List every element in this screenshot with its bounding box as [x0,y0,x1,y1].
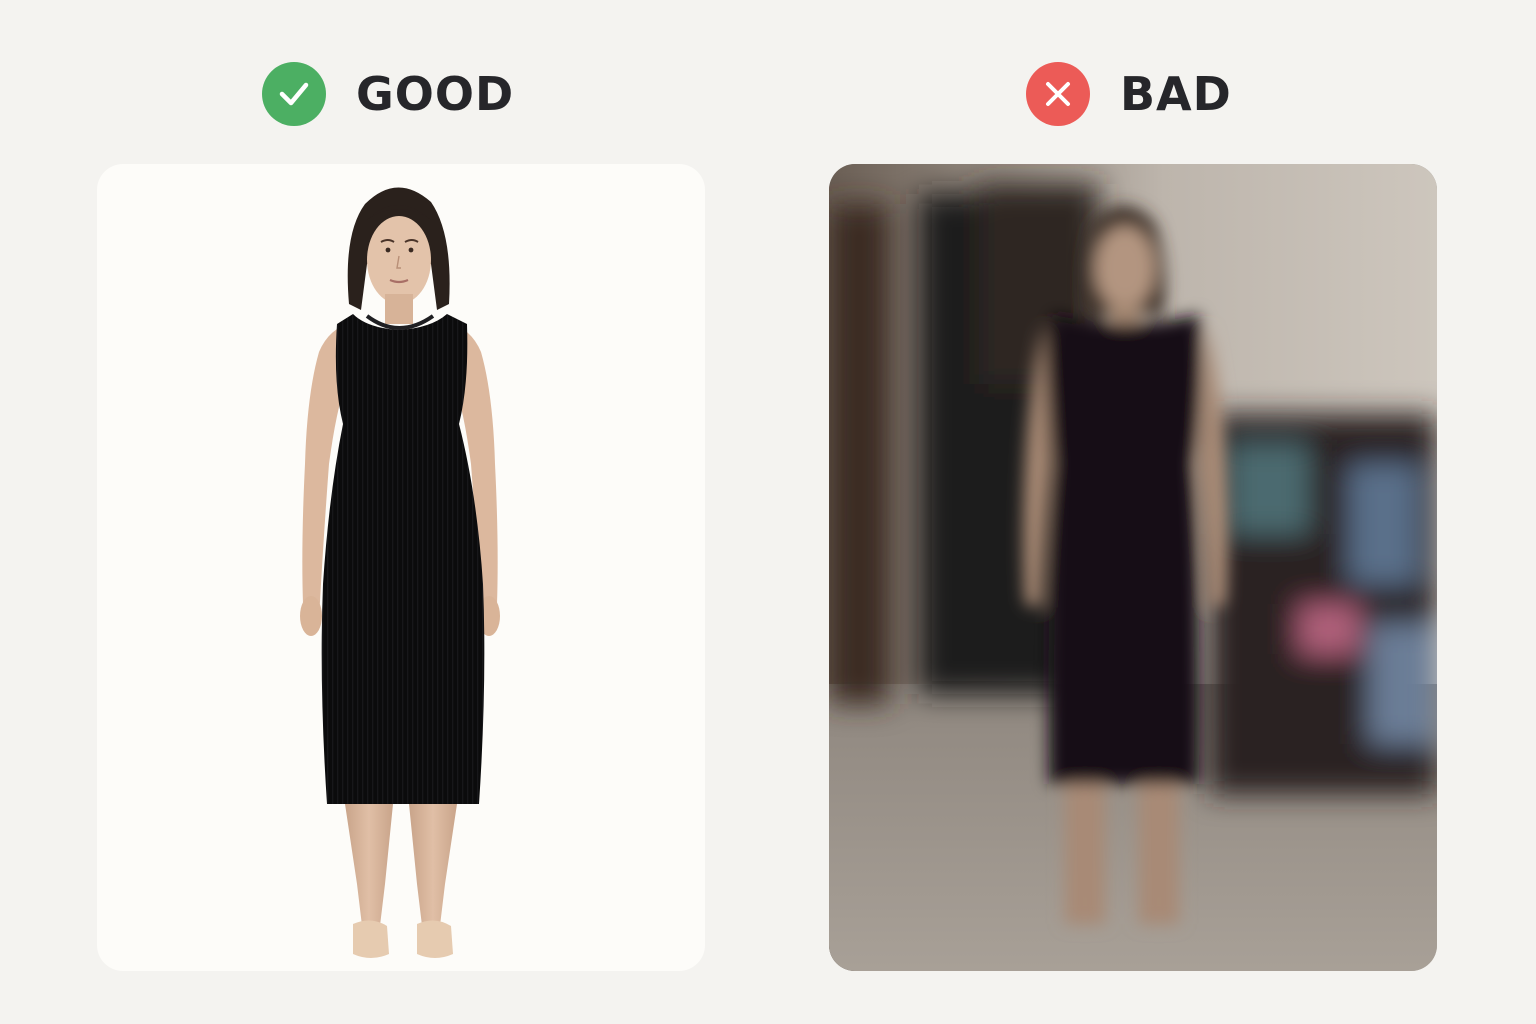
bad-heading: BAD [1026,58,1232,130]
bad-photo [829,164,1437,971]
good-heading: GOOD [262,58,514,130]
check-icon [262,62,326,126]
bad-label: BAD [1120,67,1232,121]
studio-model-photo [300,187,500,958]
good-photo [97,164,705,971]
good-label: GOOD [356,67,515,121]
close-icon [1026,62,1090,126]
blurry-room-photo [829,164,1437,971]
